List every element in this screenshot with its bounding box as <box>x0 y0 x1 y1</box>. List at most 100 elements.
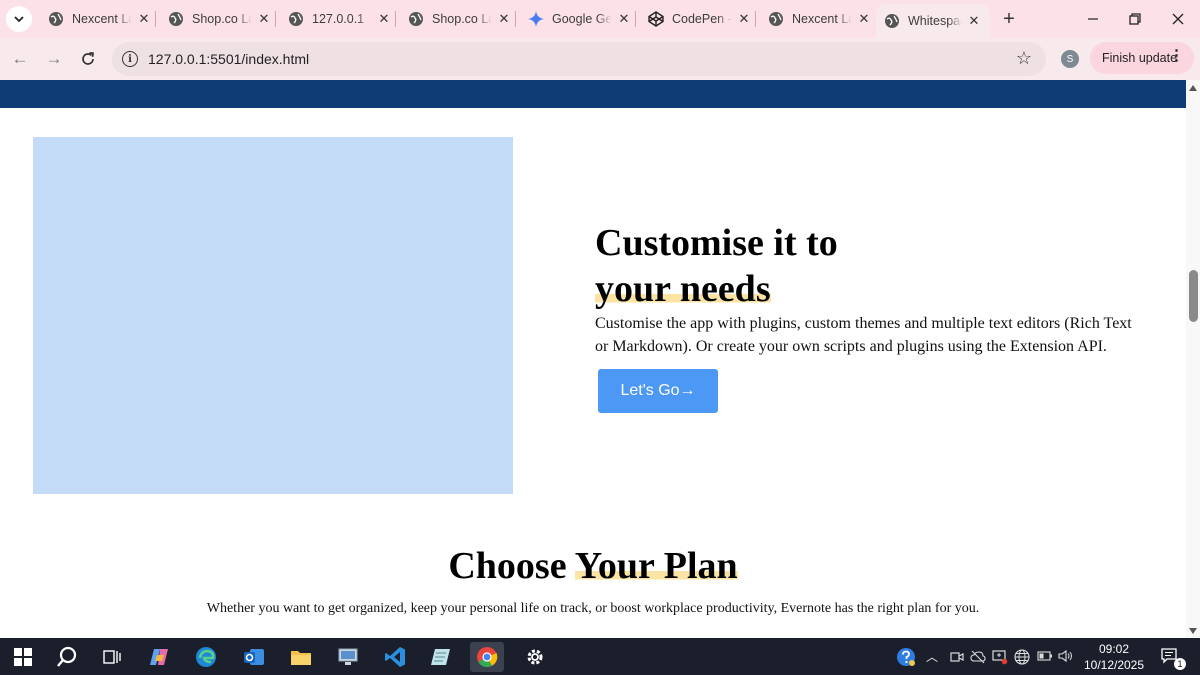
cloud-off-icon[interactable] <box>970 650 986 664</box>
taskbar-clock[interactable]: 09:02 10/12/2025 <box>1082 641 1146 673</box>
lets-go-button[interactable]: Let's Go→ <box>598 369 718 413</box>
globe-icon <box>288 11 304 27</box>
close-icon[interactable]: ✕ <box>736 11 752 27</box>
back-button[interactable]: ← <box>8 47 32 71</box>
edge-app[interactable] <box>189 642 223 672</box>
screen: Nexcent La ✕ Shop.co La ✕ 127.0.0.1 ✕ Sh… <box>0 0 1200 675</box>
task-view-button[interactable] <box>95 642 129 672</box>
notification-center-button[interactable]: 1 <box>1156 642 1186 672</box>
copilot-app[interactable] <box>142 642 176 672</box>
minimize-icon <box>1088 18 1098 20</box>
search-icon <box>57 646 77 667</box>
info-icon[interactable]: i <box>122 51 138 67</box>
volume-icon[interactable] <box>1058 649 1074 663</box>
tab-3[interactable]: Shop.co La ✕ <box>400 4 520 34</box>
vscode-icon <box>385 647 405 667</box>
tab-search-button[interactable] <box>6 6 32 32</box>
close-icon[interactable]: ✕ <box>496 11 512 27</box>
close-icon[interactable]: ✕ <box>856 11 872 27</box>
tab-separator <box>635 11 636 27</box>
plus-icon: + <box>1003 7 1015 30</box>
restore-icon <box>1129 13 1141 25</box>
tab-title: CodePen - <box>672 12 732 26</box>
task-view-icon <box>103 650 121 664</box>
vscode-app[interactable] <box>378 642 412 672</box>
close-icon[interactable]: ✕ <box>136 11 152 27</box>
close-icon[interactable]: ✕ <box>966 13 982 29</box>
feature-description: Customise the app with plugins, custom t… <box>595 315 1132 355</box>
close-icon[interactable]: ✕ <box>256 11 272 27</box>
tab-title: Shop.co La <box>432 12 492 26</box>
gemini-icon <box>528 11 544 27</box>
globe-network-icon[interactable] <box>1014 649 1030 665</box>
tab-separator <box>275 11 276 27</box>
battery-icon[interactable] <box>1037 651 1053 661</box>
restore-button[interactable] <box>1115 6 1155 32</box>
clock-date: 10/12/2025 <box>1083 658 1145 672</box>
copilot-icon <box>150 649 168 665</box>
chevron-down-icon <box>14 16 24 23</box>
feature-heading-line1: Customise it to <box>595 222 838 264</box>
reload-icon <box>82 52 94 65</box>
page-scrollbar[interactable] <box>1186 80 1200 638</box>
outlook-icon <box>244 649 264 665</box>
globe-icon <box>408 11 424 27</box>
meet-now-icon[interactable] <box>950 650 964 664</box>
close-icon[interactable]: ✕ <box>616 11 632 27</box>
bookmark-star-icon[interactable]: ☆ <box>1016 48 1032 69</box>
tab-7-active[interactable]: Whitespac ✕ <box>876 4 990 38</box>
close-window-button[interactable] <box>1158 6 1198 32</box>
tab-2[interactable]: 127.0.0.1 ✕ <box>280 4 400 34</box>
feature-section: Customise it to your needs Customise the… <box>595 220 1155 358</box>
tab-title: Google Ge <box>552 12 612 26</box>
new-tab-button[interactable]: + <box>998 8 1020 30</box>
finish-update-button[interactable]: Finish update ⋮ <box>1090 42 1194 74</box>
notes-app[interactable] <box>424 642 458 672</box>
close-icon[interactable]: ✕ <box>376 11 392 27</box>
scrollbar-thumb[interactable] <box>1189 270 1198 322</box>
tab-title: Nexcent La <box>72 12 132 26</box>
tab-4[interactable]: Google Ge ✕ <box>520 4 640 34</box>
globe-icon <box>768 11 784 27</box>
file-explorer-app[interactable] <box>284 642 318 672</box>
tab-separator <box>515 11 516 27</box>
tab-title: Whitespac <box>908 14 962 28</box>
monitor-icon <box>338 648 358 665</box>
taskbar-search[interactable] <box>50 642 84 672</box>
page-viewport: Customise it to your needs Customise the… <box>0 80 1200 638</box>
kebab-menu-icon[interactable]: ⋮ <box>1169 48 1184 63</box>
scroll-down-icon[interactable] <box>1189 628 1197 634</box>
plans-heading-highlight: Your Plan <box>574 545 738 587</box>
feature-heading-highlight: your needs <box>595 268 771 310</box>
tab-separator <box>155 11 156 27</box>
arrow-right-icon: → <box>45 49 63 68</box>
help-tray-item[interactable] <box>891 642 921 672</box>
profile-avatar[interactable]: S <box>1061 50 1079 68</box>
show-hidden-icons-icon[interactable]: ︿ <box>926 648 938 665</box>
reload-button[interactable] <box>76 47 100 71</box>
feature-heading: Customise it to your needs <box>595 220 1155 312</box>
address-bar[interactable]: i 127.0.0.1:5501/index.html ☆ <box>112 42 1046 76</box>
chrome-app[interactable] <box>470 642 504 672</box>
tab-separator <box>755 11 756 27</box>
tab-5[interactable]: CodePen - ✕ <box>640 4 760 34</box>
tab-title: Nexcent La <box>792 12 852 26</box>
plans-subtitle: Whether you want to get organized, keep … <box>206 601 980 616</box>
tab-1[interactable]: Shop.co La ✕ <box>160 4 280 34</box>
folder-icon <box>291 651 311 665</box>
minimize-button[interactable] <box>1073 6 1113 32</box>
start-button[interactable] <box>6 642 40 672</box>
forward-button[interactable]: → <box>42 47 66 71</box>
url-text[interactable]: 127.0.0.1:5501/index.html <box>148 51 309 67</box>
tab-6[interactable]: Nexcent La ✕ <box>760 4 880 34</box>
scroll-up-icon[interactable] <box>1189 85 1197 91</box>
tab-0[interactable]: Nexcent La ✕ <box>40 4 160 34</box>
settings-app[interactable] <box>518 642 552 672</box>
finish-update-label: Finish update <box>1102 51 1178 65</box>
remote-desktop-app[interactable] <box>331 642 365 672</box>
display-alert-icon[interactable] <box>992 649 1008 665</box>
clock-time: 09:02 <box>1098 642 1130 656</box>
codepen-icon <box>648 11 664 27</box>
outlook-app[interactable] <box>237 642 271 672</box>
windows-taskbar: ︿ 09:02 10/12/2025 1 <box>0 638 1200 675</box>
